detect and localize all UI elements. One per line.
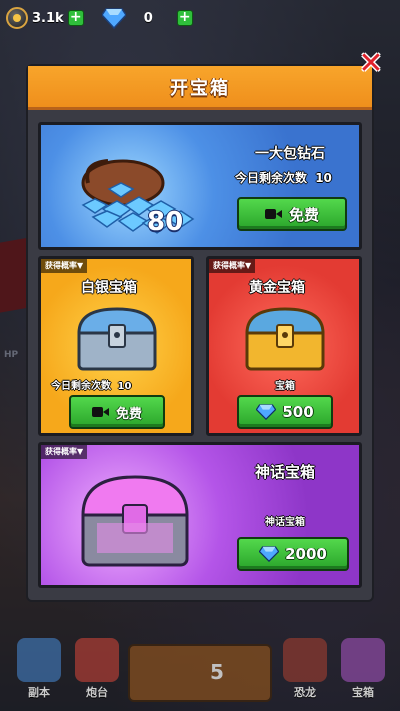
nav-item-chest[interactable]: 宝箱 — [332, 638, 394, 704]
diamond-amount: 80 — [147, 207, 184, 237]
chest-icon — [341, 638, 385, 682]
gem-icon — [256, 404, 277, 420]
video-icon — [91, 406, 110, 418]
close-icon[interactable]: ✕ — [356, 49, 386, 80]
dungeon-icon — [17, 638, 61, 682]
nav-item-turret[interactable]: 炮台 — [66, 638, 128, 704]
coin-icon — [6, 7, 28, 29]
silver-chest-icon — [77, 307, 157, 371]
diamond-pack-name: 一大包钻石 — [255, 146, 325, 162]
gem-count: 0 — [143, 10, 153, 26]
coin-count: 3.1k — [32, 10, 64, 26]
center-slot[interactable]: 5 — [128, 644, 272, 702]
silver-free-button[interactable]: 免费 — [69, 395, 165, 429]
gold-rate-tag[interactable]: 获得概率▼ — [209, 259, 256, 273]
silver-chest-name: 白银宝箱 — [81, 280, 137, 296]
open-chest-modal: 开宝箱 80 一大包钻石 今日剩余次数 10 免费 获得概率▼ 白银宝箱 今日剩… — [28, 66, 372, 600]
modal-header: 开宝箱 — [28, 66, 372, 110]
dinosaur-icon — [283, 638, 327, 682]
center-slot-count: 5 — [210, 660, 224, 684]
mythic-buy-button[interactable]: 2000 — [237, 537, 349, 571]
mythic-chest-card[interactable]: 获得概率▼ 神话宝箱 神话宝箱 2000 — [38, 442, 362, 588]
currency-bar: 3.1k + 0 + — [0, 0, 400, 36]
diamond-pack-card[interactable]: 80 一大包钻石 今日剩余次数 10 免费 — [38, 122, 362, 250]
nav-item-dungeon[interactable]: 副本 — [8, 638, 70, 704]
gem-icon — [101, 8, 126, 29]
diamond-bag-icon — [81, 159, 195, 234]
turret-icon — [75, 638, 119, 682]
video-icon — [264, 208, 283, 220]
silver-remaining-label: 今日剩余次数 10 — [51, 381, 132, 392]
bottom-nav: 副本 炮台 5 恐龙 宝箱 — [0, 630, 400, 711]
modal-title: 开宝箱 — [170, 77, 230, 99]
add-coins-button[interactable]: + — [67, 10, 84, 26]
nav-item-dinosaur[interactable]: 恐龙 — [274, 638, 336, 704]
gem-icon — [259, 546, 280, 562]
gold-sub-label: 宝箱 — [275, 381, 295, 392]
gold-chest-card[interactable]: 获得概率▼ 黄金宝箱 宝箱 500 — [206, 256, 362, 436]
gold-chest-name: 黄金宝箱 — [249, 280, 305, 296]
diamond-remaining-label: 今日剩余次数 10 — [235, 171, 332, 185]
gold-chest-icon — [245, 307, 325, 371]
mythic-chest-icon — [81, 475, 189, 567]
mythic-sub-label: 神话宝箱 — [265, 517, 305, 528]
silver-chest-card[interactable]: 获得概率▼ 白银宝箱 今日剩余次数 10 免费 — [38, 256, 194, 436]
diamond-free-button[interactable]: 免费 — [237, 197, 347, 231]
mythic-rate-tag[interactable]: 获得概率▼ — [41, 445, 88, 459]
mythic-chest-name: 神话宝箱 — [255, 463, 316, 481]
add-gems-button[interactable]: + — [176, 10, 193, 26]
silver-rate-tag[interactable]: 获得概率▼ — [41, 259, 88, 273]
gold-buy-button[interactable]: 500 — [237, 395, 333, 429]
